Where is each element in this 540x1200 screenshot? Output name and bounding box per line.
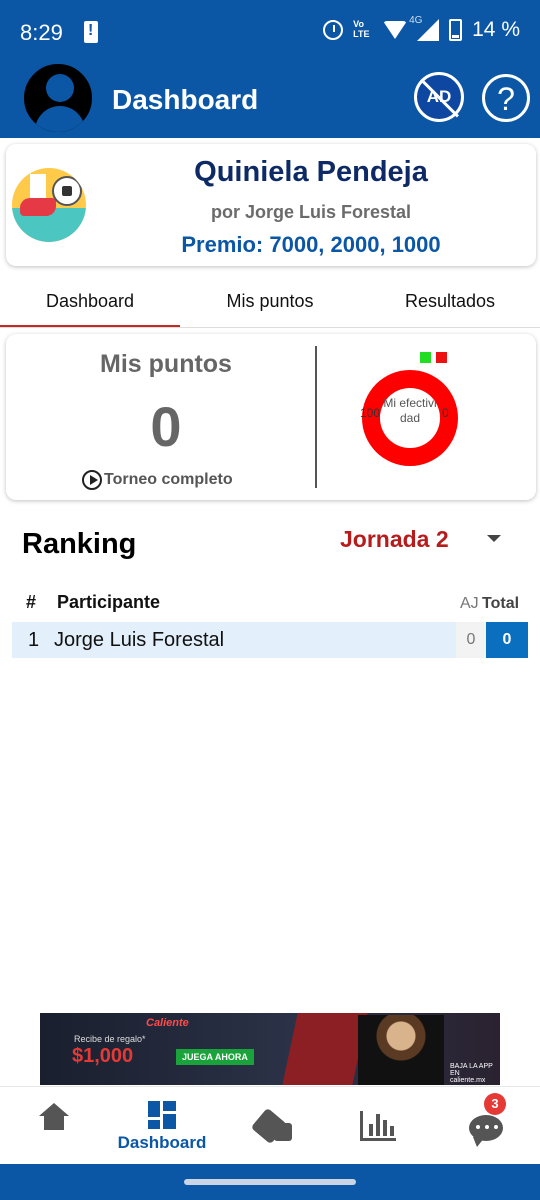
page-title: Dashboard (112, 84, 259, 115)
status-icons: Vo LTE 4G 14 % (323, 15, 520, 42)
home-icon (39, 1103, 69, 1137)
quiniela-title: Quiniela Pendeja (194, 156, 428, 188)
nav-dashboard-label: Dashboard (117, 1133, 207, 1152)
jornada-select[interactable]: Jornada 2 (340, 526, 449, 553)
effectiveness-left-value: 100 (360, 406, 381, 420)
ad-gift-text: Recibe de regalo* (74, 1034, 146, 1044)
volte-icon: Vo LTE (353, 19, 370, 39)
ad-decoration (282, 1013, 368, 1085)
app-bar: Dashboard AD ? (0, 62, 540, 138)
ad-app-text: BAJA LA APP EN caliente.mx (450, 1063, 493, 1084)
points-value: 0 (150, 395, 182, 458)
header-aj: AJ (460, 595, 479, 612)
header-participant: Participante (57, 592, 161, 612)
ad-banner[interactable]: Caliente Recibe de regalo* $1,000 JUEGA … (40, 1013, 500, 1085)
header-total: Total (482, 595, 520, 612)
effectiveness-right-value: 0 (442, 406, 449, 420)
points-label: Mis puntos (100, 350, 232, 378)
home-gesture-pill[interactable] (184, 1179, 356, 1185)
play-icon (82, 470, 102, 490)
nav-home[interactable] (0, 1087, 108, 1165)
tab-mis-puntos[interactable]: Mis puntos (180, 278, 360, 328)
donut-hole: Mi efectividad (380, 388, 440, 448)
avatar-body (35, 106, 85, 132)
network-type: 4G (409, 15, 423, 26)
quiniela-prize: Premio: 7000, 2000, 1000 (181, 232, 441, 257)
ad-brand: Caliente (146, 1017, 189, 1029)
points-card: Mis puntos 0 Torneo completo Mi efectivi… (6, 334, 536, 500)
signal-icon: 4G (409, 15, 440, 41)
header-rank: # (26, 592, 37, 612)
help-icon: ? (497, 81, 515, 117)
ranking-title: Ranking (22, 528, 137, 560)
nav-dashboard[interactable]: Dashboard (108, 1087, 216, 1165)
chat-dots (476, 1125, 498, 1129)
battery-alert-icon (84, 21, 98, 43)
remove-ads-button[interactable]: AD (414, 72, 464, 122)
card-divider (315, 346, 317, 488)
system-nav-bar (0, 1164, 540, 1200)
ad-image (358, 1015, 444, 1085)
tab-resultados[interactable]: Resultados (360, 278, 540, 328)
wifi-icon (383, 21, 408, 39)
row-participant: Jorge Luis Forestal (54, 629, 225, 651)
nav-games[interactable] (216, 1087, 324, 1165)
stats-icon (360, 1111, 396, 1141)
chevron-down-icon[interactable] (487, 535, 501, 542)
avatar-head (46, 74, 74, 102)
battery-percent: 14 % (472, 18, 520, 41)
help-button[interactable]: ? (482, 74, 530, 122)
chat-badge: 3 (484, 1093, 506, 1115)
quiniela-logo (12, 168, 86, 242)
nav-stats[interactable] (324, 1087, 432, 1165)
effectiveness-label: Mi efectividad (383, 396, 437, 425)
tabs-divider (0, 327, 540, 328)
torneo-label: Torneo completo (104, 471, 233, 488)
nav-chat[interactable]: 3 (432, 1087, 540, 1165)
dashboard-icon (148, 1101, 176, 1129)
alarm-icon (323, 20, 344, 40)
quiniela-card: Quiniela Pendeja por Jorge Luis Forestal… (6, 144, 536, 266)
torneo-completo-link[interactable]: Torneo completo (82, 470, 233, 490)
quiniela-author: por Jorge Luis Forestal (210, 202, 412, 222)
ad-amount: $1,000 (72, 1045, 134, 1067)
tab-dashboard[interactable]: Dashboard (0, 278, 180, 328)
table-row[interactable]: 1 Jorge Luis Forestal 0 0 (12, 622, 528, 658)
dice-icon-secondary (274, 1123, 292, 1141)
row-aj: 0 (456, 622, 486, 658)
avatar[interactable] (22, 62, 94, 134)
status-time: 8:29 (20, 20, 63, 45)
row-rank: 1 (28, 629, 40, 651)
legend-red-swatch (436, 352, 447, 363)
battery-icon (449, 19, 463, 41)
bottom-nav: Dashboard 3 (0, 1086, 540, 1164)
tab-bar: Dashboard Mis puntos Resultados (0, 278, 540, 328)
status-bar: 8:29 Vo LTE 4G 14 % (0, 0, 540, 64)
row-total: 0 (486, 622, 528, 658)
ad-label: AD (426, 87, 452, 106)
ad-cta-button[interactable]: JUEGA AHORA (176, 1049, 254, 1065)
legend-green-swatch (420, 352, 431, 363)
